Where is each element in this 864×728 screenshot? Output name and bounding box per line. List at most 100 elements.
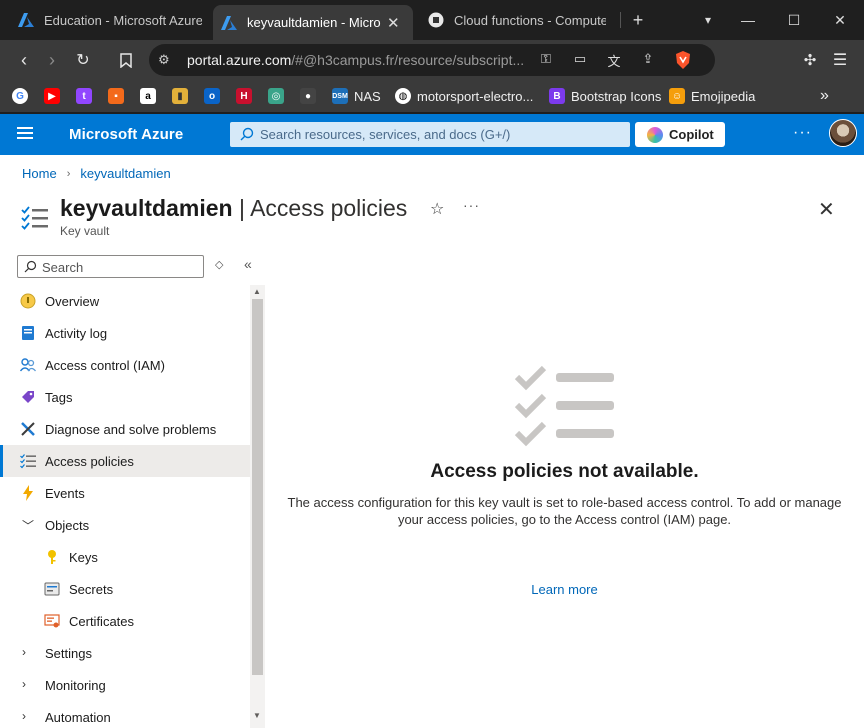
nav-events[interactable]: Events <box>0 477 250 509</box>
nav-activity-log[interactable]: Activity log <box>0 317 250 349</box>
chevron-down-icon[interactable]: ﹀ <box>22 517 34 534</box>
nav-label: Automation <box>45 710 111 725</box>
github-icon[interactable]: ● <box>300 87 322 105</box>
nav-settings[interactable]: › Settings <box>0 637 250 669</box>
tab-cloud-functions[interactable]: Cloud functions - Computer S <box>420 5 620 35</box>
more-options-icon[interactable]: ··· <box>793 124 812 142</box>
google-icon[interactable]: G <box>12 87 34 105</box>
empty-state-title: Access policies not available. <box>430 461 699 482</box>
translate-icon[interactable]: 文 <box>605 51 623 69</box>
bookmark-motorsport[interactable]: ◍ motorsport-electro... <box>395 87 533 105</box>
youtube-icon[interactable]: ▶ <box>44 87 66 105</box>
learn-more-link[interactable]: Learn more <box>265 582 864 597</box>
expand-collapse-icon[interactable]: ◇ <box>215 258 223 271</box>
azure-top-bar: Microsoft Azure Search resources, servic… <box>0 114 864 155</box>
menu-icon[interactable]: ☰ <box>828 48 852 72</box>
bookmark-icon[interactable] <box>114 48 138 72</box>
bookmark-label: Bootstrap Icons <box>571 88 662 104</box>
nav-certificates[interactable]: Certificates <box>0 605 250 637</box>
page-title: keyvaultdamien | Access policies <box>60 195 407 222</box>
favorite-star-icon[interactable]: ☆ <box>430 199 444 219</box>
access-policies-icon <box>20 453 36 469</box>
tab-list-chevron-icon[interactable]: ▾ <box>686 0 730 40</box>
share-icon[interactable]: ⇪ <box>639 51 657 69</box>
h-bookmark-icon[interactable]: H <box>236 87 258 105</box>
close-blade-button[interactable]: ✕ <box>818 197 835 222</box>
forward-button[interactable]: › <box>40 48 64 72</box>
tab-keyvault[interactable]: keyvaultdamien - Microsoft ✕ <box>213 5 413 40</box>
twitch-icon[interactable]: t <box>76 87 98 105</box>
secrets-icon <box>44 581 60 597</box>
avatar[interactable] <box>829 119 857 147</box>
tab-title: Cloud functions - Computer S <box>454 12 606 28</box>
bookmark-bootstrap-icons[interactable]: B Bootstrap Icons <box>549 87 661 105</box>
amazon-icon[interactable]: a <box>140 87 162 105</box>
maximize-button[interactable]: ☐ <box>772 0 816 40</box>
breadcrumb-home[interactable]: Home <box>22 166 57 181</box>
nav-automation[interactable]: › Automation <box>0 701 250 728</box>
collapse-menu-icon[interactable]: « <box>244 256 252 272</box>
chevron-right-icon[interactable]: › <box>22 677 26 691</box>
chevron-right-icon[interactable]: › <box>22 709 26 723</box>
scroll-up-icon[interactable]: ▲ <box>253 287 261 296</box>
more-actions-icon[interactable]: ··· <box>463 197 480 213</box>
resource-type: Key vault <box>60 224 110 238</box>
chatgpt-icon[interactable]: ◎ <box>268 87 290 105</box>
nav-keys[interactable]: Keys <box>0 541 250 573</box>
new-tab-button[interactable]: + <box>616 0 660 40</box>
chart-bookmark-icon[interactable]: ▮ <box>172 87 194 105</box>
nav-overview[interactable]: Overview <box>0 285 250 317</box>
scroll-down-icon[interactable]: ▼ <box>253 711 261 720</box>
close-tab-icon[interactable]: ✕ <box>387 14 400 32</box>
address-bar[interactable]: ⚙ portal.azure.com/#@h3campus.fr/resourc… <box>149 44 715 76</box>
menu-scrollbar[interactable]: ▲ ▼ <box>250 285 265 728</box>
bookmarks-overflow-icon[interactable]: » <box>820 87 829 105</box>
brave-shield-icon[interactable] <box>673 50 693 70</box>
search-icon <box>240 127 254 141</box>
window-close-button[interactable]: ✕ <box>818 0 862 40</box>
copilot-button[interactable]: Copilot <box>635 122 725 147</box>
reload-button[interactable]: ↻ <box>71 48 95 72</box>
resource-menu: Overview Activity log Access control (IA… <box>0 285 250 728</box>
outlook-icon[interactable]: o <box>204 87 226 105</box>
nav-monitoring[interactable]: › Monitoring <box>0 669 250 701</box>
search-placeholder: Search resources, services, and docs (G+… <box>260 127 511 142</box>
copilot-icon <box>647 126 663 143</box>
bookmark-orange-icon[interactable]: ▪ <box>108 87 130 105</box>
menu-search-input[interactable]: Search <box>17 255 204 278</box>
nav-diagnose[interactable]: Diagnose and solve problems <box>0 413 250 445</box>
azure-logo-icon <box>18 12 34 28</box>
scrollbar-thumb[interactable] <box>252 299 263 675</box>
chevron-right-icon: › <box>66 167 71 180</box>
site-settings-icon[interactable]: ⚙ <box>158 52 174 68</box>
nav-label: Keys <box>69 550 98 565</box>
nav-objects[interactable]: ﹀ Objects <box>0 509 250 541</box>
global-search-input[interactable]: Search resources, services, and docs (G+… <box>230 122 630 147</box>
people-icon <box>20 357 36 373</box>
page-content: Home › keyvaultdamien keyvaultdamien | A… <box>0 155 864 728</box>
breadcrumb-keyvault[interactable]: keyvaultdamien <box>80 166 170 181</box>
nav-access-control[interactable]: Access control (IAM) <box>0 349 250 381</box>
nav-access-policies[interactable]: Access policies <box>0 445 250 477</box>
azure-brand[interactable]: Microsoft Azure <box>69 126 183 143</box>
dsm-icon: DSM <box>332 88 348 104</box>
key-icon[interactable]: ⚿ <box>537 51 555 69</box>
resource-name: keyvaultdamien <box>60 195 233 221</box>
certificate-icon <box>44 613 60 629</box>
learn-more-label[interactable]: Learn more <box>531 582 597 597</box>
bookmark-nas[interactable]: DSM NAS <box>332 87 381 105</box>
minimize-button[interactable]: — <box>726 0 770 40</box>
nav-tags[interactable]: Tags <box>0 381 250 413</box>
tab-education-azure[interactable]: Education - Microsoft Azure <box>10 5 210 35</box>
menu-search-placeholder: Search <box>42 260 84 275</box>
chevron-right-icon[interactable]: › <box>22 645 26 659</box>
nav-secrets[interactable]: Secrets <box>0 573 250 605</box>
cast-icon[interactable]: ▭ <box>571 51 589 69</box>
bookmark-emojipedia[interactable]: ☺ Emojipedia <box>669 87 755 105</box>
azure-logo-icon <box>221 15 237 31</box>
portal-menu-icon[interactable] <box>17 127 33 141</box>
back-button[interactable]: ‹ <box>12 48 36 72</box>
extensions-icon[interactable]: ✣ <box>798 48 822 72</box>
nav-label: Events <box>45 486 85 501</box>
overview-icon <box>20 293 36 309</box>
